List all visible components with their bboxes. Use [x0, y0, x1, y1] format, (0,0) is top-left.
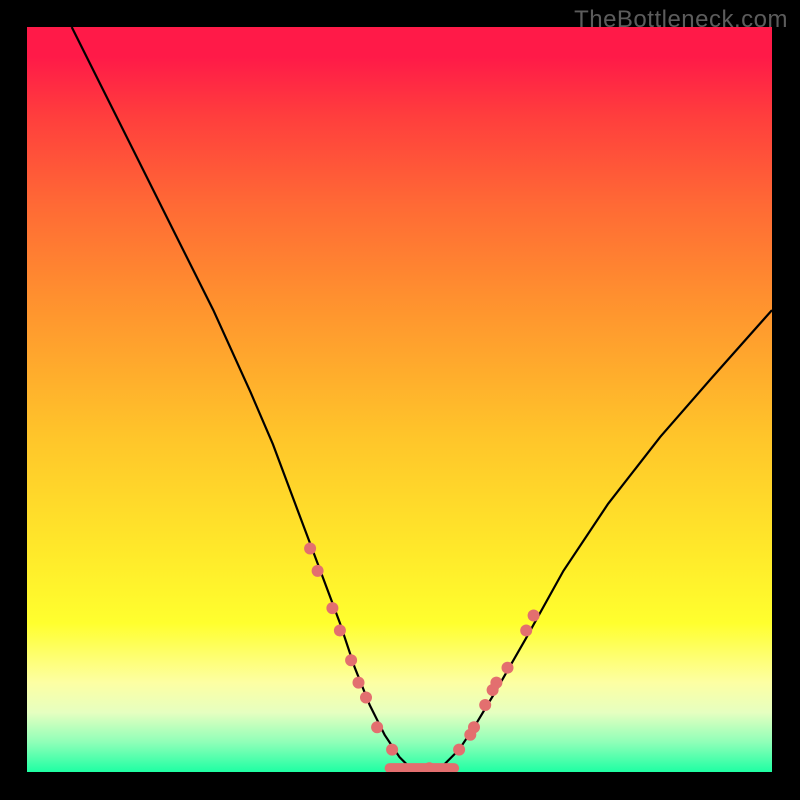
marker-dot [453, 744, 465, 756]
marker-dot [360, 692, 372, 704]
bottleneck-curve [72, 27, 772, 772]
marker-dot [520, 625, 532, 637]
watermark-text: TheBottleneck.com [574, 6, 788, 34]
marker-dot [334, 625, 346, 637]
marker-dot [468, 721, 480, 733]
chart-svg [27, 27, 772, 772]
marker-dot [304, 543, 316, 555]
marker-dot [353, 677, 365, 689]
marker-dot [528, 610, 540, 622]
marker-dot [312, 565, 324, 577]
marker-dot [479, 699, 491, 711]
marker-dot [502, 662, 514, 674]
marker-dot [345, 654, 357, 666]
marker-group [304, 543, 539, 773]
marker-dot [326, 602, 338, 614]
chart-plot-area [27, 27, 772, 772]
bottom-fill-band [385, 763, 460, 772]
marker-dot [386, 744, 398, 756]
marker-dot [371, 721, 383, 733]
marker-dot [490, 677, 502, 689]
